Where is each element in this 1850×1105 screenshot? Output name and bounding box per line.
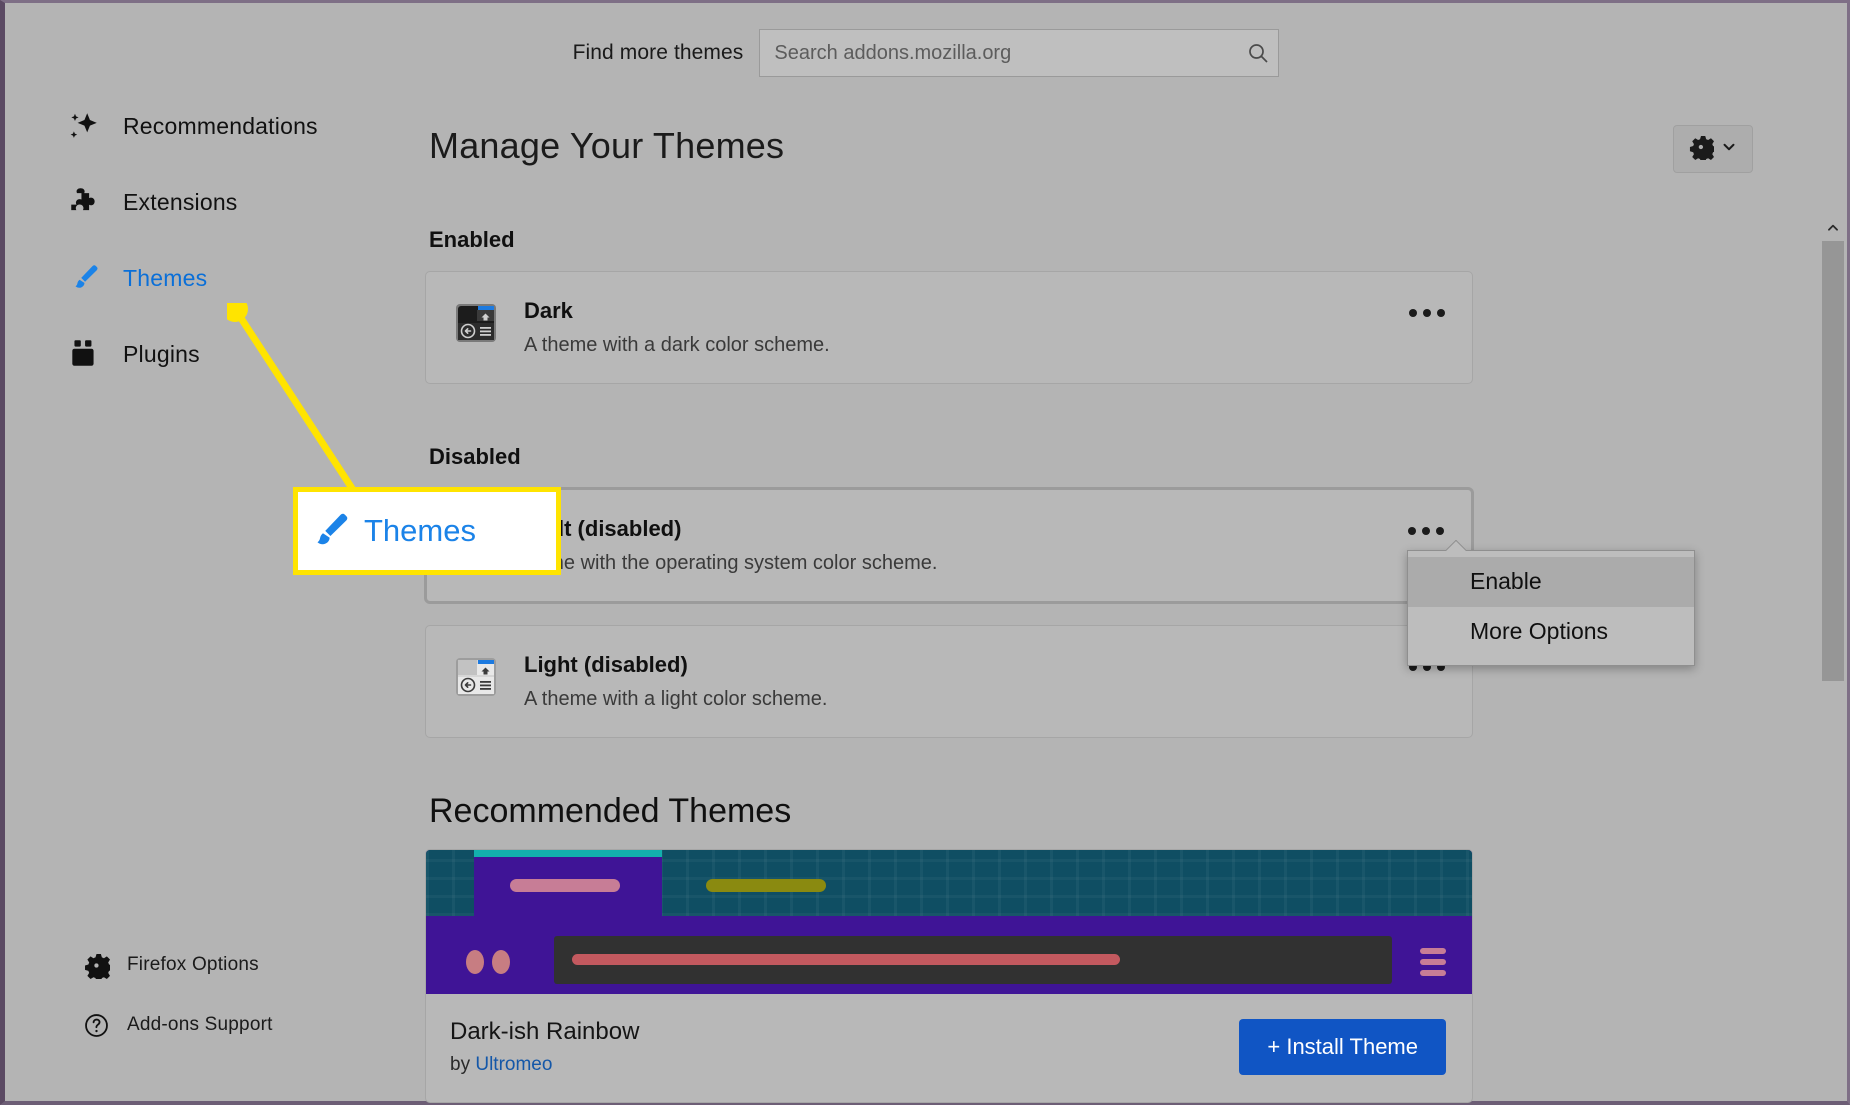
theme-settings-menu-button[interactable] (1673, 125, 1753, 173)
sidebar-item-addons-support[interactable]: Add-ons Support (5, 1005, 425, 1045)
paintbrush-icon (298, 508, 360, 554)
section-heading-enabled: Enabled (429, 227, 515, 252)
question-circle-icon (83, 1012, 115, 1039)
theme-card-light[interactable]: Light (disabled) A theme with a light co… (425, 625, 1473, 738)
author-link[interactable]: Ultromeo (475, 1054, 552, 1075)
theme-card-text: fault (disabled) heme with the operating… (525, 516, 937, 575)
dark-theme-preview-icon (454, 301, 498, 345)
sidebar-item-extensions[interactable]: Extensions (5, 179, 425, 225)
context-menu-item-enable[interactable]: Enable (1408, 557, 1694, 607)
sidebar-item-firefox-options[interactable]: Firefox Options (5, 945, 425, 985)
puzzle-piece-icon (67, 185, 109, 219)
scrollbar[interactable] (1822, 215, 1844, 1098)
search-box[interactable] (759, 29, 1280, 77)
theme-name: fault (disabled) (525, 516, 682, 541)
sidebar-item-label: Firefox Options (127, 954, 259, 975)
theme-description: A theme with a light color scheme. (524, 688, 828, 710)
context-menu-arrow (1446, 540, 1466, 551)
recommended-theme-name: Dark-ish Rainbow (450, 1018, 640, 1045)
theme-card-system-default[interactable]: fault (disabled) heme with the operating… (425, 488, 1473, 603)
find-more-themes-label: Find more themes (572, 41, 744, 64)
recommended-theme-author-line: by Ultromeo (450, 1054, 639, 1076)
sidebar-item-label: Add-ons Support (127, 1014, 273, 1035)
sidebar: Recommendations Extensions Themes Plugin… (5, 103, 425, 1101)
sidebar-item-label: Themes (123, 264, 208, 291)
page-title: Manage Your Themes (429, 125, 785, 166)
chevron-up-icon[interactable] (1822, 215, 1844, 241)
section-heading-recommended: Recommended Themes (429, 792, 792, 830)
context-menu-item-more-options[interactable]: More Options (1408, 607, 1694, 657)
sidebar-item-label: Recommendations (123, 112, 318, 139)
header-search-bar: Find more themes (5, 3, 1847, 103)
sidebar-item-themes[interactable]: Themes (5, 255, 425, 301)
scrollbar-thumb[interactable] (1822, 241, 1844, 681)
recommended-theme-footer: Dark-ish Rainbow by Ultromeo + Install T… (426, 994, 1472, 1102)
theme-context-menu: Enable More Options (1407, 550, 1695, 666)
gear-icon (1688, 134, 1717, 165)
addons-manager-window: Find more themes Recommendations (0, 0, 1850, 1105)
sidebar-bottom-group: Firefox Options Add-ons Support (5, 945, 425, 1065)
search-input[interactable] (760, 30, 1239, 76)
theme-card-dark[interactable]: Dark A theme with a dark color scheme. (425, 271, 1473, 384)
ellipsis-icon[interactable] (1403, 516, 1449, 546)
recommended-theme-card[interactable]: Dark-ish Rainbow by Ultromeo + Install T… (425, 849, 1473, 1103)
callout-themes: Themes (293, 487, 561, 575)
sidebar-item-label: Plugins (123, 340, 200, 367)
install-theme-button[interactable]: + Install Theme (1239, 1019, 1446, 1075)
gear-icon (83, 952, 115, 979)
theme-description: A theme with a dark color scheme. (524, 334, 830, 356)
ellipsis-icon[interactable] (1404, 298, 1450, 328)
sparkle-icon (67, 109, 109, 143)
theme-name: Light (disabled) (524, 652, 688, 677)
sidebar-item-recommendations[interactable]: Recommendations (5, 103, 425, 149)
theme-description: heme with the operating system color sch… (525, 552, 938, 574)
hamburger-icon (1420, 948, 1446, 981)
sidebar-item-label: Extensions (123, 188, 238, 215)
paintbrush-icon (67, 261, 109, 295)
theme-preview-image (426, 850, 1472, 994)
search-icon[interactable] (1238, 30, 1278, 76)
theme-card-text: Light (disabled) A theme with a light co… (524, 652, 827, 711)
by-prefix: by (450, 1054, 476, 1075)
sidebar-item-plugins[interactable]: Plugins (5, 331, 425, 377)
callout-label: Themes (364, 513, 476, 548)
section-heading-disabled: Disabled (429, 444, 521, 469)
chevron-down-icon (1720, 138, 1738, 161)
theme-name: Dark (524, 298, 573, 323)
theme-card-text: Dark A theme with a dark color scheme. (524, 298, 830, 357)
light-theme-preview-icon (454, 655, 498, 699)
plugin-icon (67, 337, 109, 371)
